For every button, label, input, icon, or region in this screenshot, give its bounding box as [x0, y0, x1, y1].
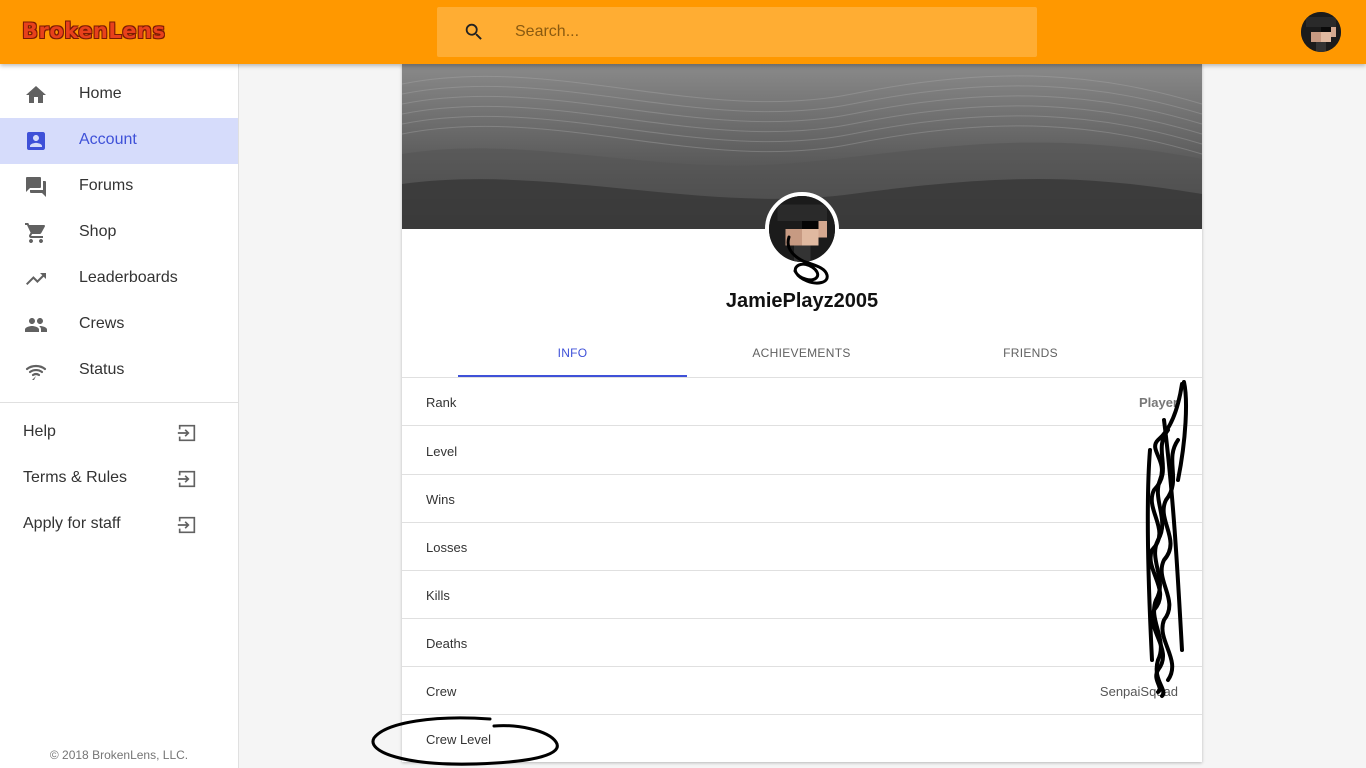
sidebar-item-account[interactable]: Account — [0, 118, 238, 164]
sidebar-link-terms[interactable]: Terms & Rules — [0, 456, 238, 502]
tab-achievements[interactable]: ACHIEVEMENTS — [687, 330, 916, 377]
sidebar-item-label: Forums — [79, 177, 134, 194]
forum-icon — [26, 177, 46, 197]
search-input[interactable] — [515, 7, 1015, 57]
info-row-crew: Crew SenpaiSquad — [402, 667, 1202, 715]
sidebar-item-label: Leaderboards — [79, 269, 178, 286]
row-label: Deaths — [426, 636, 468, 651]
sidebar-link-label: Terms & Rules — [23, 469, 128, 486]
sidebar-item-label: Crews — [79, 315, 125, 332]
row-label: Losses — [426, 540, 468, 555]
sidebar-item-shop[interactable]: Shop — [0, 210, 238, 256]
info-row-level: Level — [402, 427, 1202, 475]
info-row-wins: Wins — [402, 475, 1202, 523]
sidebar-item-status[interactable]: Status — [0, 348, 238, 394]
home-icon — [26, 86, 46, 103]
info-row-kills: Kills — [402, 571, 1202, 619]
copyright-text: © 2018 BrokenLens, LLC. — [49, 748, 189, 762]
sidebar-item-crews[interactable]: Crews — [0, 302, 238, 348]
sidebar-link-apply-staff[interactable]: Apply for staff — [0, 502, 238, 548]
sidebar-link-label: Apply for staff — [23, 515, 121, 532]
row-label: Kills — [426, 588, 450, 603]
tab-info[interactable]: INFO — [458, 330, 687, 377]
row-label: Wins — [426, 492, 455, 507]
cart-icon — [25, 223, 46, 243]
row-label: Rank — [426, 395, 457, 410]
row-label: Crew — [426, 684, 457, 699]
row-label: Level — [426, 444, 458, 459]
profile-card: JamiePlayz2005 INFO ACHIEVEMENTS FRIENDS… — [402, 64, 1202, 762]
sidebar: Home Account Forums Shop Leaderboards Cr… — [0, 64, 239, 768]
profile-tabs: INFO ACHIEVEMENTS FRIENDS — [458, 330, 1146, 377]
scribble-mark — [786, 235, 829, 285]
search-icon[interactable] — [463, 21, 485, 43]
sidebar-item-label: Home — [79, 85, 122, 102]
user-avatar[interactable] — [1301, 12, 1341, 52]
row-value[interactable]: SenpaiSquad — [1100, 684, 1178, 699]
sidebar-item-home[interactable]: Home — [0, 72, 238, 118]
info-row-losses: Losses — [402, 523, 1202, 571]
top-app-bar: BrokenLens — [0, 0, 1366, 64]
info-row-crew-level: Crew Level — [402, 715, 1202, 762]
info-row-rank: Rank Player — [402, 378, 1202, 426]
profile-username: JamiePlayz2005 — [725, 290, 879, 312]
sidebar-item-label: Account — [79, 131, 137, 148]
sidebar-item-label: Shop — [79, 223, 117, 240]
row-value: Player — [1138, 395, 1178, 410]
trending-up-icon — [26, 273, 46, 285]
row-label: Crew Level — [426, 732, 492, 747]
info-row-deaths: Deaths — [402, 619, 1202, 667]
sidebar-link-help[interactable]: Help — [0, 410, 238, 456]
search-bar[interactable] — [437, 7, 1037, 57]
app-logo[interactable]: BrokenLens — [22, 19, 165, 43]
sidebar-item-leaderboards[interactable]: Leaderboards — [0, 256, 238, 302]
sidebar-item-label: Status — [79, 361, 125, 378]
exit-to-app-icon — [177, 424, 196, 442]
people-icon — [25, 318, 47, 332]
tab-friends[interactable]: FRIENDS — [916, 330, 1145, 377]
exit-to-app-icon — [177, 516, 196, 534]
signal-icon — [25, 364, 47, 380]
exit-to-app-icon — [177, 470, 196, 488]
account-box-icon — [27, 132, 45, 150]
sidebar-divider — [0, 402, 238, 403]
sidebar-item-forums[interactable]: Forums — [0, 164, 238, 210]
sidebar-link-label: Help — [23, 423, 56, 440]
